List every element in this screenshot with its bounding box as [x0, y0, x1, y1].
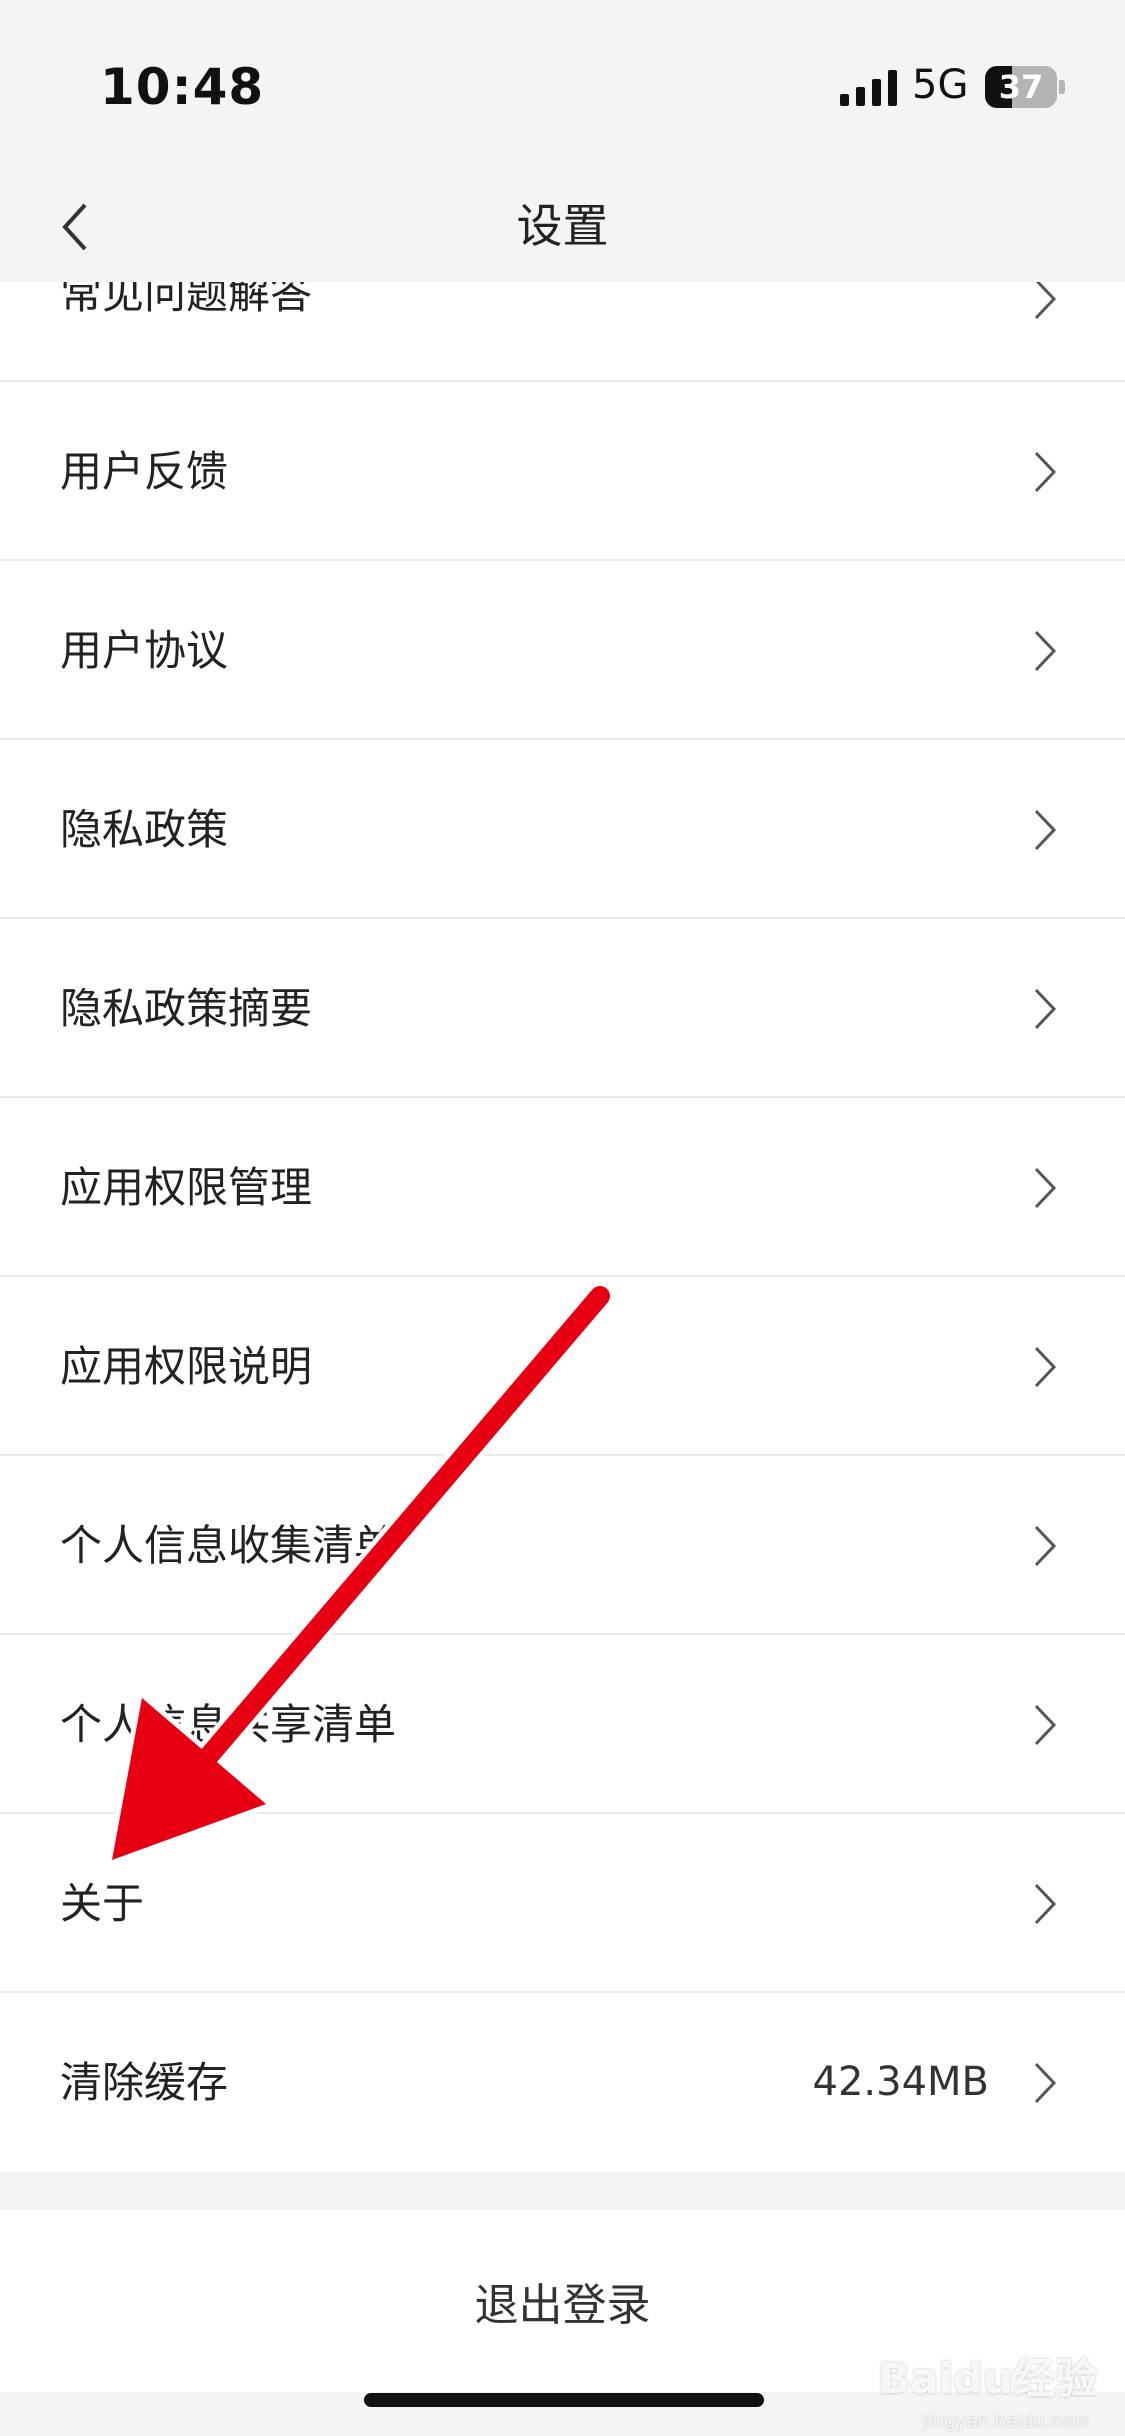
settings-row-privacy-policy[interactable]: 隐私政策 — [0, 740, 1125, 919]
chevron-right-icon — [1034, 1883, 1057, 1925]
settings-row-about[interactable]: 关于 — [0, 1814, 1125, 1993]
chevron-right-icon — [1034, 278, 1057, 320]
page-title: 设置 — [516, 199, 609, 253]
network-type: 5G — [912, 62, 969, 108]
row-label: 清除缓存 — [60, 2058, 229, 2107]
row-label: 隐私政策 — [60, 805, 229, 854]
signal-icon — [840, 70, 897, 106]
settings-row-info-sharing[interactable]: 个人信息共享清单 — [0, 1635, 1125, 1814]
status-time: 10:48 — [100, 58, 265, 116]
logout-label: 退出登录 — [474, 2280, 651, 2331]
settings-row-info-collection[interactable]: 个人信息收集清单 — [0, 1456, 1125, 1635]
chevron-right-icon — [1034, 1704, 1057, 1746]
nav-bar: 设置 — [0, 170, 1125, 282]
settings-row-clear-cache[interactable]: 清除缓存 42.34MB — [0, 1993, 1125, 2172]
chevron-right-icon — [1034, 809, 1057, 851]
watermark: Baidu经验 — [878, 2354, 1097, 2403]
cache-size: 42.34MB — [812, 2059, 989, 2105]
battery-icon: 37 — [985, 66, 1065, 108]
status-bar: 10:48 5G 37 — [0, 0, 1125, 170]
row-label: 个人信息共享清单 — [60, 1700, 397, 1749]
home-indicator[interactable] — [364, 2393, 764, 2407]
row-label: 关于 — [60, 1879, 145, 1928]
chevron-right-icon — [1034, 2062, 1057, 2104]
settings-row-privacy-summary[interactable]: 隐私政策摘要 — [0, 919, 1125, 1098]
chevron-right-icon — [1034, 1525, 1057, 1567]
chevron-right-icon — [1034, 630, 1057, 672]
watermark-url: jingyan.baidu.com — [922, 2411, 1089, 2432]
battery-level: 37 — [998, 68, 1044, 106]
settings-row-permission-management[interactable]: 应用权限管理 — [0, 1098, 1125, 1277]
settings-list: 常见问题解答 用户反馈 用户协议 隐私政策 隐私政策摘要 应用权限管理 应用权限… — [0, 225, 1125, 2172]
settings-row-permission-description[interactable]: 应用权限说明 — [0, 1277, 1125, 1456]
row-label: 应用权限说明 — [60, 1342, 313, 1391]
chevron-right-icon — [1034, 1167, 1057, 1209]
row-label: 应用权限管理 — [60, 1163, 313, 1212]
row-label: 用户反馈 — [60, 447, 229, 496]
row-label: 用户协议 — [60, 626, 229, 675]
chevron-right-icon — [1034, 451, 1057, 493]
row-label: 隐私政策摘要 — [60, 984, 313, 1033]
row-label: 个人信息收集清单 — [60, 1521, 397, 1570]
chevron-right-icon — [1034, 1346, 1057, 1388]
chevron-right-icon — [1034, 988, 1057, 1030]
settings-row-feedback[interactable]: 用户反馈 — [0, 382, 1125, 561]
settings-row-user-agreement[interactable]: 用户协议 — [0, 561, 1125, 740]
